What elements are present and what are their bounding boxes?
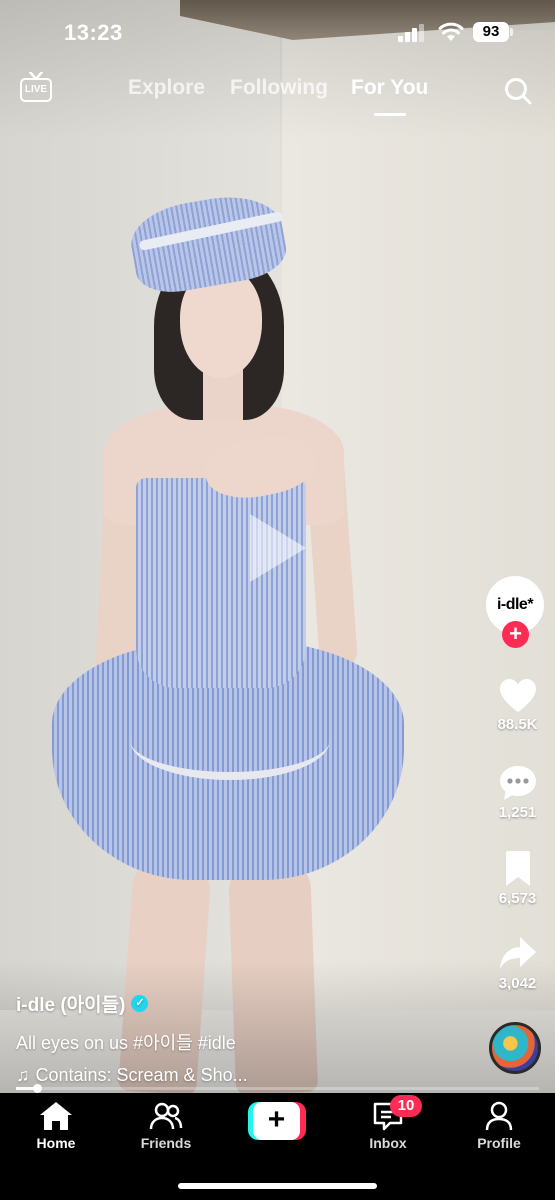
status-bar: 13:23 93 (0, 0, 555, 60)
tab-home-label: Home (36, 1135, 76, 1151)
like-count: 88.5K (497, 716, 538, 733)
profile-icon (485, 1101, 513, 1131)
video-progress-handle[interactable] (32, 1084, 42, 1093)
video-description[interactable]: All eyes on us #아이들 #idle (16, 1029, 476, 1055)
status-time: 13:23 (64, 20, 123, 45)
share-arrow-icon (499, 937, 536, 969)
verified-badge-icon: ✓ (131, 995, 149, 1012)
share-button[interactable]: 3,042 (480, 935, 555, 992)
tab-profile-label: Profile (477, 1135, 521, 1151)
follow-button[interactable]: + (502, 621, 529, 648)
comment-icon (499, 766, 536, 800)
music-note-icon: ♫ (16, 1065, 30, 1085)
create-button[interactable]: + (248, 1102, 306, 1140)
sound-title: Contains: Scream & Sho... (35, 1065, 248, 1085)
subject-skirt-trim (130, 700, 330, 780)
active-tab-indicator (374, 113, 406, 116)
inbox-notification-badge: 10 (390, 1095, 422, 1117)
save-count: 6,573 (498, 890, 537, 907)
tab-friends-label: Friends (140, 1135, 192, 1151)
comment-button[interactable]: 1,251 (480, 764, 555, 821)
battery-tip (510, 28, 513, 36)
save-button[interactable]: 6,573 (480, 850, 555, 907)
tab-explore[interactable]: Explore (128, 76, 205, 100)
video-caption: i-dle (아이들) ✓ All eyes on us #아이들 #idle … (16, 990, 476, 1086)
search-icon[interactable] (503, 76, 533, 106)
home-icon (40, 1102, 72, 1130)
tab-inbox[interactable]: Inbox (338, 1101, 438, 1151)
cellular-signal-icon (398, 24, 424, 42)
feed-tabs: Explore Following For You (0, 76, 555, 116)
tab-inbox-label: Inbox (369, 1135, 407, 1151)
heart-icon (499, 679, 536, 712)
video-progress-bar[interactable] (16, 1084, 539, 1093)
sound-link[interactable]: ♫ Contains: Scream & Sho... (16, 1065, 476, 1086)
creator-username-row[interactable]: i-dle (아이들) ✓ (16, 990, 476, 1017)
plus-icon: + (253, 1102, 300, 1140)
video-player[interactable] (0, 0, 555, 1093)
creator-username[interactable]: i-dle (아이들) (16, 990, 125, 1017)
wifi-icon (438, 22, 464, 41)
music-disc-icon[interactable] (489, 1022, 541, 1074)
bookmark-icon (505, 851, 530, 886)
tab-profile[interactable]: Profile (449, 1101, 549, 1151)
share-count: 3,042 (498, 975, 537, 992)
tab-for-you[interactable]: For You (351, 76, 428, 100)
tab-home[interactable]: Home (6, 1101, 106, 1151)
battery-indicator: 93 (473, 22, 509, 42)
tab-friends[interactable]: Friends (116, 1101, 216, 1151)
play-icon[interactable] (250, 514, 306, 582)
like-button[interactable]: 88.5K (480, 678, 555, 733)
friends-icon (149, 1102, 183, 1130)
comment-count: 1,251 (498, 804, 537, 821)
tab-following[interactable]: Following (230, 76, 328, 100)
subject-bodice (136, 478, 306, 688)
home-indicator[interactable] (178, 1183, 377, 1189)
